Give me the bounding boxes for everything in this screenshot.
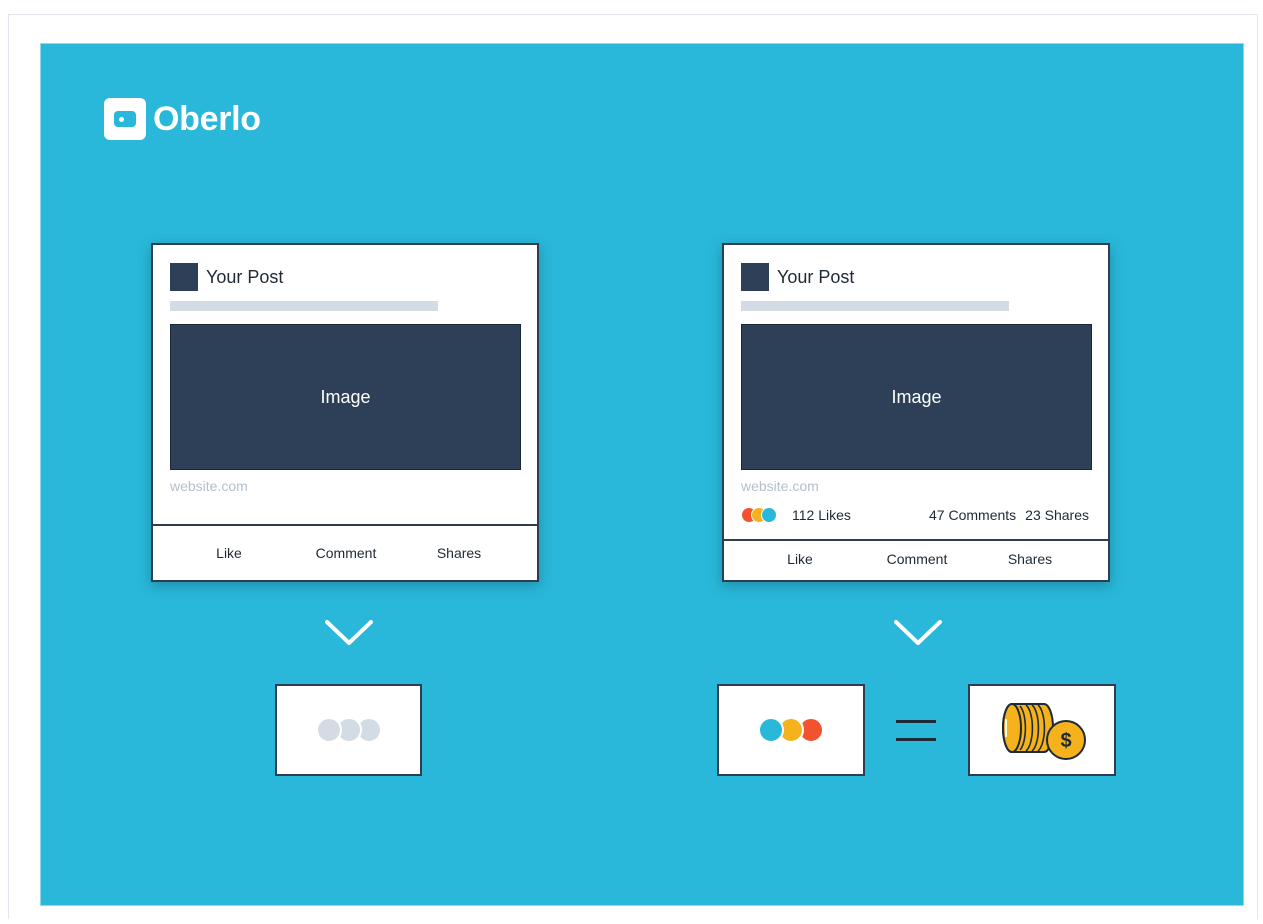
brand-name: Oberlo	[153, 99, 261, 138]
post-title: Your Post	[206, 266, 284, 287]
like-button[interactable]: Like	[216, 545, 242, 561]
reaction-dots-icon	[315, 717, 382, 743]
post-card-left: Your Post Image website.com Like Comment…	[151, 243, 539, 582]
like-button[interactable]: Like	[787, 551, 813, 567]
post-header: Your Post	[170, 263, 283, 291]
active-reactions-box	[717, 684, 865, 776]
shares-button[interactable]: Shares	[1008, 551, 1052, 567]
image-label: Image	[320, 386, 371, 407]
svg-text:$: $	[1060, 730, 1071, 752]
engagement-stats: 112 Likes 47 Comments 23 Shares	[741, 507, 1089, 523]
avatar	[170, 263, 198, 291]
likes-count[interactable]: 112 Likes	[792, 507, 851, 523]
coins-icon: $	[1002, 703, 1086, 760]
text-placeholder-line	[170, 301, 438, 311]
equals-icon	[896, 738, 936, 741]
comment-button[interactable]: Comment	[887, 551, 948, 567]
avatar	[741, 263, 769, 291]
reaction-dots-icon	[741, 507, 785, 523]
post-image: Image	[741, 324, 1092, 470]
comment-button[interactable]: Comment	[316, 545, 377, 561]
inactive-reactions-box	[275, 684, 422, 776]
chevron-down-icon	[325, 620, 373, 645]
post-card-right: Your Post Image website.com 112 Likes 47…	[722, 243, 1110, 582]
dollar-icon: $	[1046, 720, 1086, 760]
post-image: Image	[170, 324, 521, 470]
comments-count[interactable]: 47 Comments	[929, 507, 1016, 523]
post-title: Your Post	[777, 266, 855, 287]
actions-divider	[724, 539, 1108, 541]
tag-icon	[104, 98, 146, 140]
text-placeholder-line	[741, 301, 1009, 311]
reaction-dots-icon	[758, 717, 824, 743]
shares-count[interactable]: 23 Shares	[1025, 507, 1089, 523]
image-label: Image	[891, 386, 942, 407]
oberlo-logo: Oberlo	[104, 98, 261, 140]
post-header: Your Post	[741, 263, 854, 291]
chevron-down-icon	[894, 620, 942, 645]
post-link[interactable]: website.com	[741, 478, 819, 494]
equals-icon	[896, 720, 936, 723]
actions-divider	[153, 524, 537, 526]
money-box: $	[968, 684, 1116, 776]
shares-button[interactable]: Shares	[437, 545, 481, 561]
post-link[interactable]: website.com	[170, 478, 248, 494]
